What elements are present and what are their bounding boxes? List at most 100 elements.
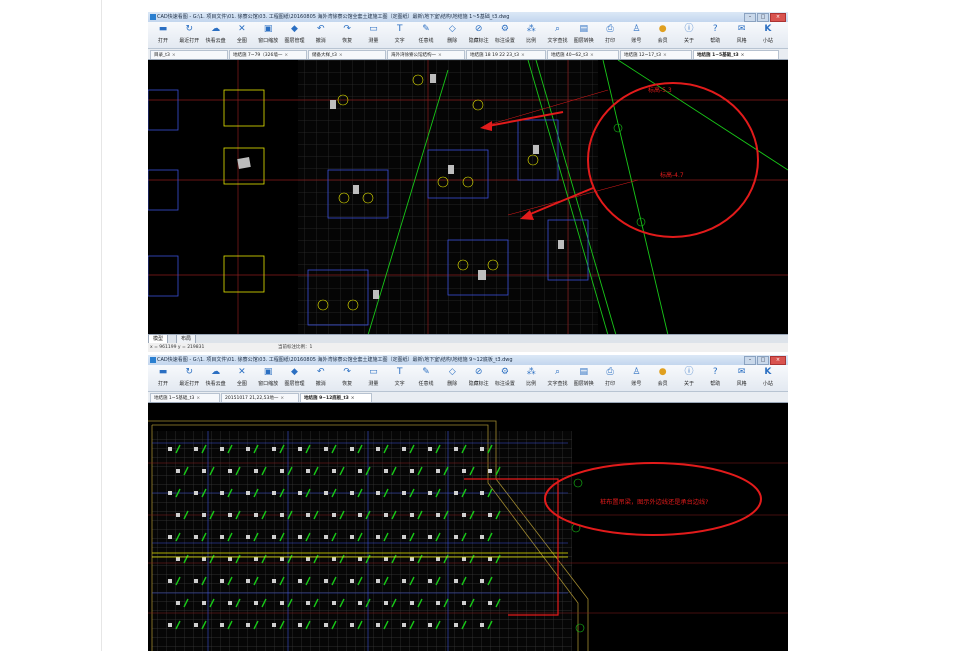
toolbar-button-redo[interactable]: ↷ 恢复 xyxy=(336,23,358,47)
toolbar-button-account[interactable]: ♙ 账号 xyxy=(625,23,647,47)
toolbar-button-redo[interactable]: ↷ 恢复 xyxy=(336,366,358,390)
toolbar-button-help[interactable]: ? 帮助 xyxy=(704,366,726,390)
toolbar-label: 任意线 xyxy=(418,381,434,387)
toolbar-button-about[interactable]: ⓘ 关于 xyxy=(678,366,700,390)
toolbar-button-pen[interactable]: ✎ 任意线 xyxy=(415,366,437,390)
toolbar-button-account[interactable]: ♙ 账号 xyxy=(625,366,647,390)
toolbar-button-erase[interactable]: ◇ 删除 xyxy=(441,23,463,47)
minimize-button[interactable]: – xyxy=(744,13,756,22)
toolbar-button-convert[interactable]: ▤ 图层转换 xyxy=(573,23,595,47)
pile-marker xyxy=(428,579,432,583)
toolbar-button-cloud[interactable]: ☁ 快看云盘 xyxy=(205,23,227,47)
toolbar-button-text[interactable]: T 文字 xyxy=(389,366,411,390)
close-button[interactable]: × xyxy=(770,13,786,22)
toolbar-button-k[interactable]: K 小站 xyxy=(757,23,779,47)
document-tab[interactable]: 海外湾徐寮公馆结构一 × xyxy=(387,50,465,59)
drawing-canvas[interactable]: 标高-5.3 标高-4.7 xyxy=(148,60,788,335)
toolbar-button-recent[interactable]: ↻ 最近打开 xyxy=(178,23,200,47)
toolbar-button-scale[interactable]: ⁂ 比例 xyxy=(520,366,542,390)
toolbar-button-fullview[interactable]: ✕ 全图 xyxy=(231,366,253,390)
document-tab[interactable]: 目录_t3 × xyxy=(150,50,228,59)
toolbar-label: 会员 xyxy=(657,381,668,387)
toolbar-button-k[interactable]: K 小站 xyxy=(757,366,779,390)
close-tab-icon[interactable]: × xyxy=(590,53,594,58)
toolbar-button-window-zoom[interactable]: ▣ 窗口缩放 xyxy=(257,23,279,47)
close-tab-icon[interactable]: × xyxy=(741,53,745,58)
toolbar-button-vip[interactable]: ● 会员 xyxy=(652,23,674,47)
close-tab-icon[interactable]: × xyxy=(663,53,667,58)
toolbar-button-undo[interactable]: ↶ 撤消 xyxy=(310,366,332,390)
toolbar-button-annotate-settings[interactable]: ⚙ 标注设置 xyxy=(494,23,516,47)
drawing-canvas[interactable]: 桩布置吊梁，图示外边线还是承台边线? xyxy=(148,403,788,651)
toolbar-button-convert[interactable]: ▤ 图层转换 xyxy=(573,366,595,390)
document-tab[interactable]: 地结施 18 19 22 23_t3 × xyxy=(466,50,546,59)
document-tab[interactable]: 地结施 1~5基础_t3 × xyxy=(150,393,220,402)
pile-marker xyxy=(462,469,466,473)
window-titlebar: CAD快速看图 - G:\1. 项目文件\01. 徐寮公馆\03. 工程图纸\2… xyxy=(148,12,788,22)
open-icon: ▬ xyxy=(158,24,168,34)
document-tab[interactable]: 储备大样_t3 × xyxy=(308,50,386,59)
pile-marker xyxy=(402,623,406,627)
document-tab[interactable]: 地结施 40~62_t3 × xyxy=(547,50,619,59)
pile-marker xyxy=(436,601,440,605)
pile-marker xyxy=(254,513,258,517)
toolbar-button-window-zoom[interactable]: ▣ 窗口缩放 xyxy=(257,366,279,390)
close-button[interactable]: × xyxy=(770,356,786,365)
document-tab[interactable]: 地结施 1~5基础_t3 × xyxy=(693,50,779,59)
toolbar-button-open[interactable]: ▬ 打开 xyxy=(152,366,174,390)
toolbar-button-feedback[interactable]: ✉ 风格 xyxy=(731,23,753,47)
toolbar-button-fullview[interactable]: ✕ 全图 xyxy=(231,23,253,47)
toolbar-button-print[interactable]: ⎙ 打印 xyxy=(599,366,621,390)
toolbar-button-find-text[interactable]: ⌕ 文字查找 xyxy=(547,366,569,390)
toolbar-button-vip[interactable]: ● 会员 xyxy=(652,366,674,390)
close-tab-icon[interactable]: × xyxy=(196,396,200,401)
maximize-button[interactable]: □ xyxy=(757,356,769,365)
toolbar-label: 账号 xyxy=(631,38,642,44)
toolbar-button-print[interactable]: ⎙ 打印 xyxy=(599,23,621,47)
close-tab-icon[interactable]: × xyxy=(438,53,442,58)
pile-marker xyxy=(228,601,232,605)
toolbar-button-layer[interactable]: ◆ 图层管理 xyxy=(284,23,306,47)
toolbar-label: 最近打开 xyxy=(179,38,200,44)
pile-marker xyxy=(350,491,354,495)
close-tab-icon[interactable]: × xyxy=(284,53,288,58)
toolbar-button-recent[interactable]: ↻ 最近打开 xyxy=(178,366,200,390)
close-tab-icon[interactable]: × xyxy=(172,53,176,58)
toolbar-button-open[interactable]: ▬ 打开 xyxy=(152,23,174,47)
toolbar-button-find-text[interactable]: ⌕ 文字查找 xyxy=(547,23,569,47)
document-tab[interactable]: 地结施 7~79（326墙一 × xyxy=(229,50,307,59)
pile-marker xyxy=(306,601,310,605)
toolbar-button-hide-note[interactable]: ⊘ 隐藏标注 xyxy=(468,23,490,47)
toolbar-button-hide-note[interactable]: ⊘ 隐藏标注 xyxy=(468,366,490,390)
toolbar-button-text[interactable]: T 文字 xyxy=(389,23,411,47)
toolbar-button-scale[interactable]: ⁂ 比例 xyxy=(520,23,542,47)
document-tab[interactable]: 地结施 9~12底板_t3 × xyxy=(300,393,372,402)
toolbar-button-layer[interactable]: ◆ 图层管理 xyxy=(284,366,306,390)
toolbar-button-undo[interactable]: ↶ 撤消 xyxy=(310,23,332,47)
document-tab[interactable]: 20151017 21,22,53地一 × xyxy=(221,393,299,402)
maximize-button[interactable]: □ xyxy=(757,13,769,22)
toolbar-button-help[interactable]: ? 帮助 xyxy=(704,23,726,47)
pile-marker xyxy=(436,557,440,561)
pile-marker xyxy=(298,623,302,627)
tab-label: 海外湾徐寮公馆结构一 xyxy=(391,53,436,58)
toolbar-button-measure[interactable]: ▭ 测量 xyxy=(362,23,384,47)
tab-label: 地结施 7~79（326墙一 xyxy=(233,53,283,58)
close-tab-icon[interactable]: × xyxy=(339,53,343,58)
toolbar-button-about[interactable]: ⓘ 关于 xyxy=(678,23,700,47)
annotate-settings-icon: ⚙ xyxy=(500,367,509,377)
app-icon xyxy=(150,14,156,20)
toolbar-button-annotate-settings[interactable]: ⚙ 标注设置 xyxy=(494,366,516,390)
toolbar-button-cloud[interactable]: ☁ 快看云盘 xyxy=(205,366,227,390)
toolbar-button-pen[interactable]: ✎ 任意线 xyxy=(415,23,437,47)
close-tab-icon[interactable]: × xyxy=(521,53,525,58)
convert-icon: ▤ xyxy=(579,367,589,377)
toolbar-button-erase[interactable]: ◇ 删除 xyxy=(441,366,463,390)
minimize-button[interactable]: – xyxy=(744,356,756,365)
toolbar-button-measure[interactable]: ▭ 测量 xyxy=(362,366,384,390)
close-tab-icon[interactable]: × xyxy=(280,396,284,401)
close-tab-icon[interactable]: × xyxy=(351,396,355,401)
document-tab[interactable]: 地结施 12~17_t3 × xyxy=(620,50,692,59)
toolbar-button-feedback[interactable]: ✉ 风格 xyxy=(731,366,753,390)
pile-marker xyxy=(332,469,336,473)
